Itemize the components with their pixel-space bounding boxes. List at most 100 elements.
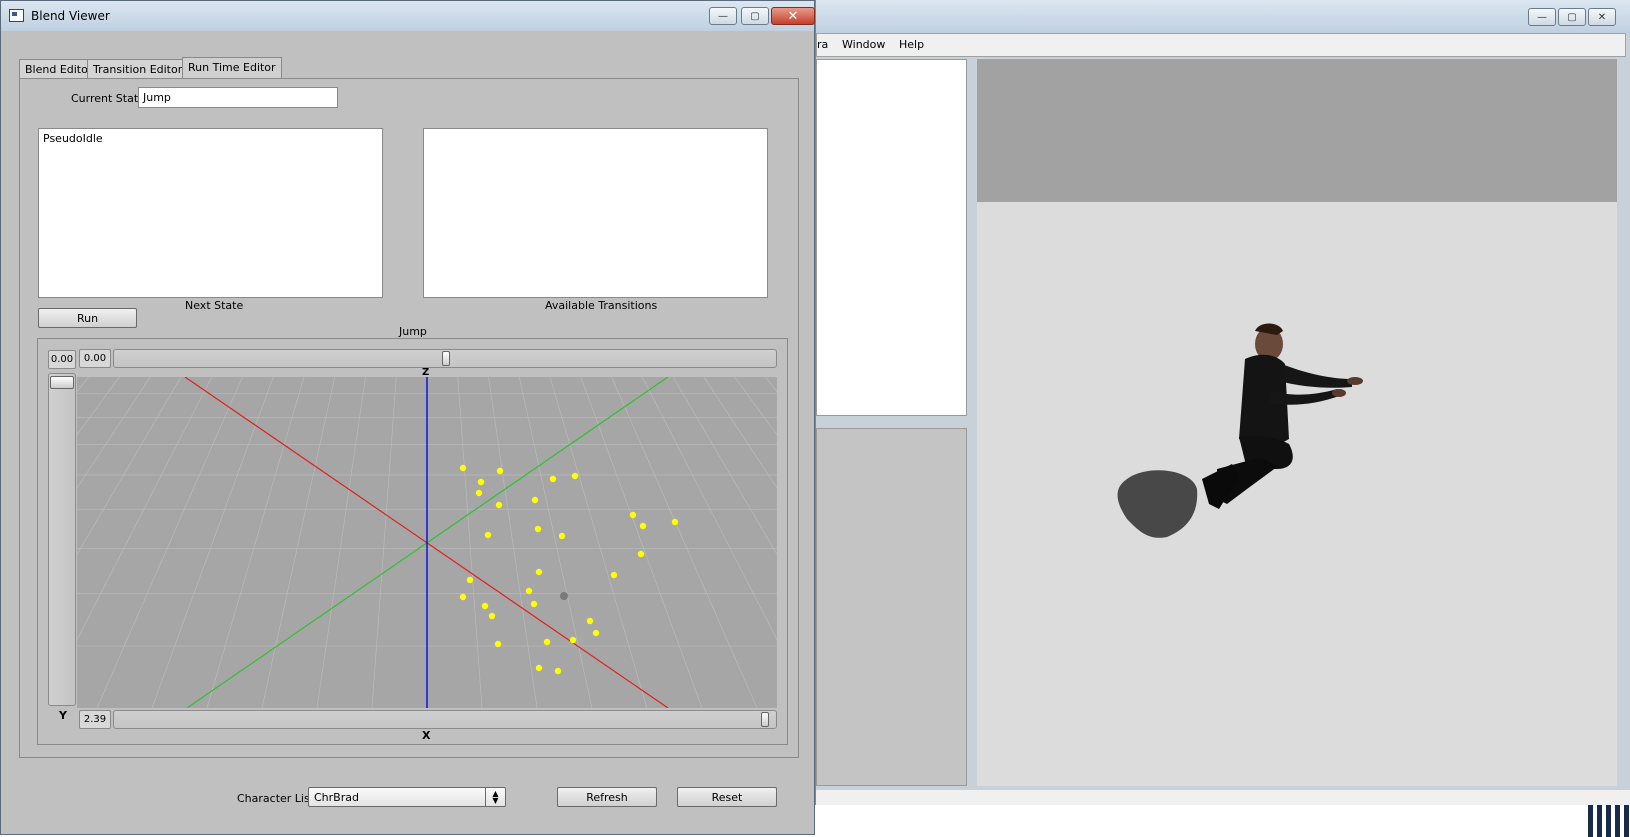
blend-sample-point[interactable] xyxy=(637,550,645,558)
grid-line xyxy=(427,377,777,708)
blend-sample-points[interactable] xyxy=(459,464,679,675)
blend-sample-point[interactable] xyxy=(481,602,489,610)
grid-line xyxy=(77,377,427,708)
x-value-spin[interactable]: 2.39 xyxy=(79,710,111,729)
main-close-button[interactable]: ✕ xyxy=(1588,8,1616,26)
grid-line xyxy=(77,377,427,708)
z-value-spin[interactable]: 0.00 xyxy=(79,349,111,368)
minimize-button[interactable]: — xyxy=(709,7,737,25)
blend-sample-point[interactable] xyxy=(459,593,467,601)
dialog-titlebar[interactable]: Blend Viewer — ▢ ✕ xyxy=(1,1,815,31)
grid-line xyxy=(77,377,427,708)
y-slider-handle[interactable] xyxy=(50,376,74,389)
grid-line xyxy=(734,377,777,436)
grid-line xyxy=(77,377,427,708)
taskbar-tray[interactable] xyxy=(1588,805,1630,837)
main-maximize-button[interactable]: ▢ xyxy=(1558,8,1586,26)
combo-updown-icon[interactable]: ▲ ▼ xyxy=(485,788,505,806)
next-state-list[interactable]: PseudoIdle xyxy=(38,128,383,298)
blend-sample-point[interactable] xyxy=(475,489,483,497)
blend-sample-point[interactable] xyxy=(484,531,492,539)
available-transitions-list[interactable] xyxy=(423,128,768,298)
y-value-spin[interactable]: 0.00 xyxy=(48,350,76,369)
blend-sample-point[interactable] xyxy=(496,467,504,475)
grid-line xyxy=(427,377,777,708)
grid-line xyxy=(488,377,538,708)
grid-line xyxy=(96,377,243,708)
menu-camera[interactable]: ra xyxy=(817,38,828,51)
current-blend-point[interactable] xyxy=(560,592,568,600)
blend-space-viewport[interactable] xyxy=(77,377,777,708)
grid-line xyxy=(77,377,427,708)
grid-line xyxy=(261,377,336,708)
grid-line xyxy=(549,377,648,708)
blend-sample-point[interactable] xyxy=(610,571,618,579)
maximize-button[interactable]: ▢ xyxy=(741,7,769,25)
grid-line xyxy=(427,377,777,708)
grid-line xyxy=(77,377,427,708)
blend-sample-point[interactable] xyxy=(477,478,485,486)
list-item[interactable]: PseudoIdle xyxy=(43,132,378,145)
grid-line xyxy=(77,377,427,708)
menu-help[interactable]: Help xyxy=(899,38,924,51)
grid-line xyxy=(518,377,593,708)
blend-sample-point[interactable] xyxy=(466,576,474,584)
next-state-label: Next State xyxy=(185,299,244,312)
blend-sample-point[interactable] xyxy=(558,532,566,540)
blend-sample-point[interactable] xyxy=(534,525,542,533)
blend-sample-point[interactable] xyxy=(592,629,600,637)
grid-line xyxy=(427,377,777,708)
menu-window[interactable]: Window xyxy=(842,38,885,51)
scene-viewport[interactable] xyxy=(977,59,1617,786)
main-minimize-button[interactable]: — xyxy=(1528,8,1556,26)
current-state-field[interactable]: Jump xyxy=(138,87,338,108)
x-slider-handle[interactable] xyxy=(761,712,770,727)
blend-sample-point[interactable] xyxy=(549,475,557,483)
grid-line xyxy=(77,377,151,489)
blend-sample-point[interactable] xyxy=(554,667,562,675)
blend-sample-point[interactable] xyxy=(571,472,579,480)
blend-sample-point[interactable] xyxy=(531,496,539,504)
z-slider-handle[interactable] xyxy=(442,351,450,366)
refresh-button[interactable]: Refresh xyxy=(557,787,657,807)
blend-sample-point[interactable] xyxy=(569,636,577,644)
x-slider[interactable] xyxy=(113,710,777,729)
grid-line xyxy=(427,377,777,708)
y-slider[interactable] xyxy=(48,373,76,706)
blend-sample-point[interactable] xyxy=(586,617,594,625)
main-statusbar xyxy=(816,790,1630,805)
grid-line xyxy=(427,377,777,708)
grid-line xyxy=(427,377,777,708)
tab-transition-editor2[interactable]: Transition Editor2 xyxy=(87,59,196,78)
grid-line xyxy=(77,377,427,708)
grid-line xyxy=(77,377,213,641)
blend-sample-point[interactable] xyxy=(639,522,647,530)
blend-sample-point[interactable] xyxy=(530,600,538,608)
close-button[interactable]: ✕ xyxy=(771,7,815,25)
z-slider[interactable] xyxy=(113,349,777,368)
blend-space-grid[interactable] xyxy=(77,377,777,708)
blend-sample-point[interactable] xyxy=(535,664,543,672)
blend-sample-point[interactable] xyxy=(495,501,503,509)
blend-sample-point[interactable] xyxy=(488,612,496,620)
main-left-panel-top[interactable] xyxy=(816,59,967,416)
grid-line xyxy=(77,377,427,708)
grid-line xyxy=(611,377,758,708)
blend-sample-point[interactable] xyxy=(525,587,533,595)
blend-sample-point[interactable] xyxy=(459,464,467,472)
blend-sample-point[interactable] xyxy=(629,511,637,519)
run-button[interactable]: Run xyxy=(38,308,137,328)
blend-sample-point[interactable] xyxy=(543,638,551,646)
reset-button[interactable]: Reset xyxy=(677,787,777,807)
blend-sample-point[interactable] xyxy=(671,518,679,526)
grid-line xyxy=(77,377,427,708)
main-left-panel-bottom[interactable] xyxy=(816,428,967,786)
tab-run-time-editor[interactable]: Run Time Editor xyxy=(182,57,282,79)
grid-line xyxy=(77,377,427,708)
grid-line xyxy=(77,377,427,708)
blend-sample-point[interactable] xyxy=(535,568,543,576)
character-list-combo[interactable]: ChrBrad ▲ ▼ xyxy=(308,787,506,807)
available-transitions-label: Available Transitions xyxy=(545,299,658,312)
x-axis-label: X xyxy=(422,729,431,742)
blend-sample-point[interactable] xyxy=(494,640,502,648)
